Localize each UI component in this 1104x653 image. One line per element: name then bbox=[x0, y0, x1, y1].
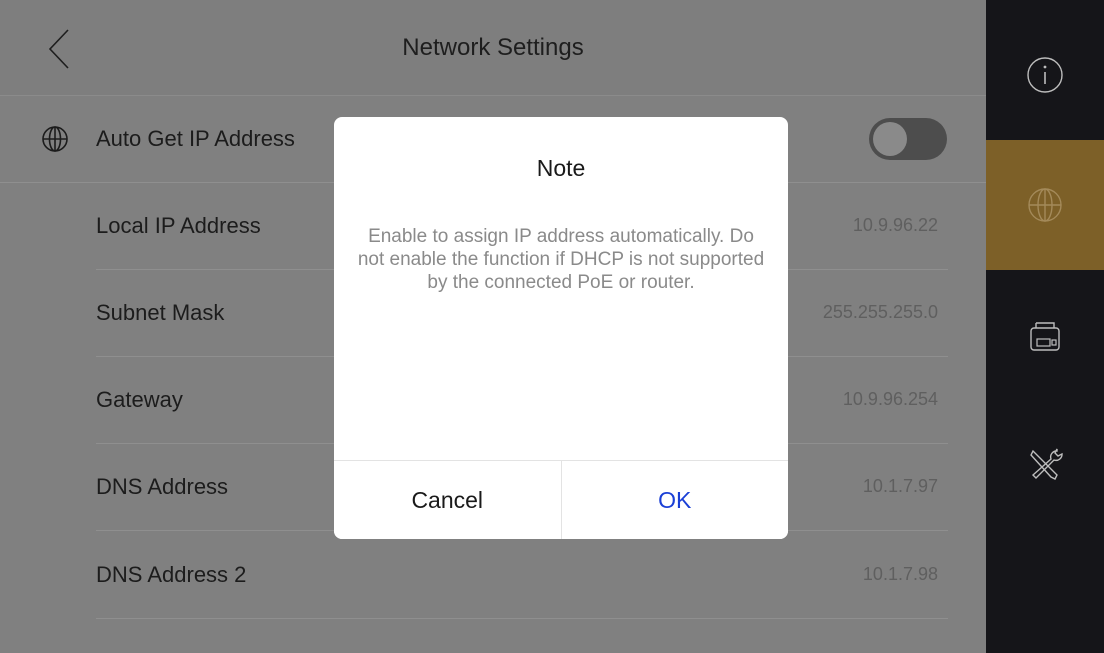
row-value: 10.1.7.97 bbox=[862, 476, 938, 496]
row-label: Local IP Address bbox=[96, 213, 261, 238]
sidebar-item-network[interactable] bbox=[986, 140, 1104, 270]
row-value: 10.9.96.22 bbox=[852, 215, 938, 235]
tools-icon bbox=[1030, 448, 1063, 480]
dialog-title: Note bbox=[536, 155, 586, 181]
row-label: Gateway bbox=[96, 387, 183, 412]
auto-ip-toggle[interactable] bbox=[869, 118, 947, 160]
row-label: DNS Address 2 bbox=[96, 562, 247, 587]
toggle-knob bbox=[873, 122, 907, 156]
header: Network Settings bbox=[0, 0, 986, 96]
info-icon bbox=[1027, 57, 1063, 93]
row-value: 10.1.7.98 bbox=[862, 564, 938, 584]
sidebar-item-info[interactable] bbox=[986, 10, 1104, 140]
sidebar-item-maintenance[interactable] bbox=[986, 400, 1104, 530]
cancel-button[interactable]: Cancel bbox=[334, 461, 562, 539]
sidebar-item-device[interactable] bbox=[986, 270, 1104, 400]
note-dialog: Note Enable to assign IP address automat… bbox=[334, 117, 788, 539]
dialog-buttons: Cancel OK bbox=[334, 460, 788, 539]
row-label: Subnet Mask bbox=[96, 300, 225, 325]
row-label: DNS Address bbox=[96, 474, 229, 499]
ok-button[interactable]: OK bbox=[561, 461, 788, 539]
page-title: Network Settings bbox=[402, 34, 584, 61]
dialog-message: Enable to assign IP address automaticall… bbox=[357, 226, 765, 293]
row-value: 255.255.255.0 bbox=[822, 302, 938, 322]
device-icon bbox=[1030, 322, 1060, 351]
row-value: 10.9.96.254 bbox=[842, 389, 938, 409]
globe-icon bbox=[42, 126, 68, 152]
globe-icon bbox=[1028, 188, 1062, 222]
sidebar bbox=[986, 0, 1104, 653]
auto-ip-label: Auto Get IP Address bbox=[96, 126, 295, 151]
setting-row-dns-2[interactable]: DNS Address 2 10.1.7.98 bbox=[96, 532, 948, 619]
